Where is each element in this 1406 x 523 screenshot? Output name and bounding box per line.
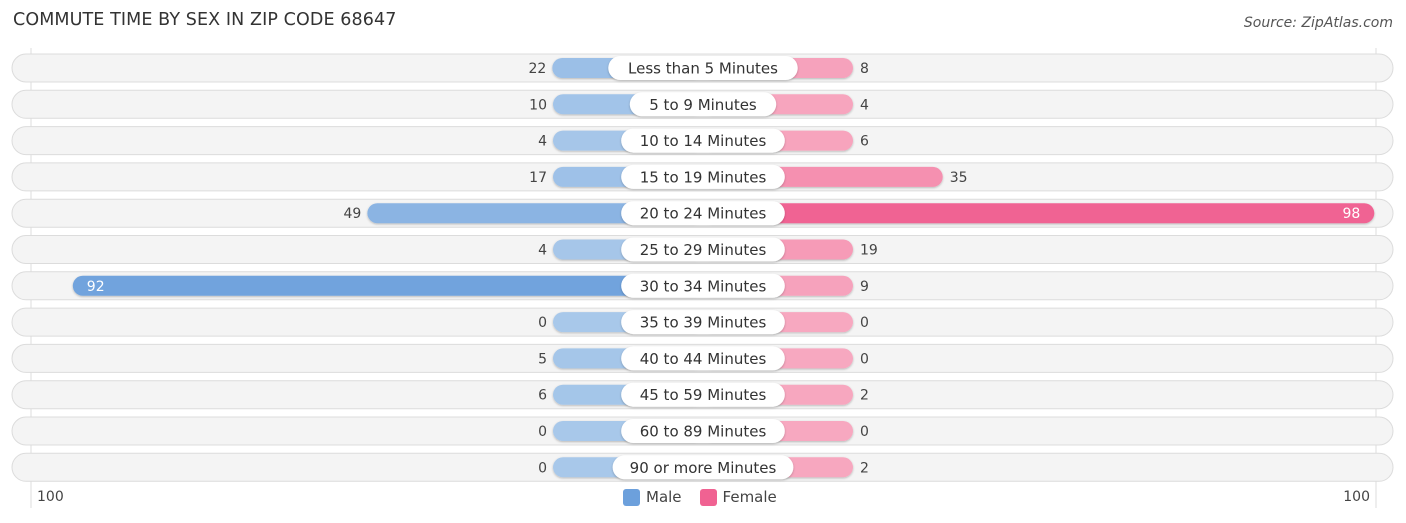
category-label: 10 to 14 Minutes — [640, 132, 767, 150]
category-label: Less than 5 Minutes — [628, 60, 778, 78]
value-label-female: 19 — [860, 243, 878, 259]
category-label: 20 to 24 Minutes — [640, 205, 767, 223]
value-label-female: 6 — [860, 134, 869, 150]
value-label-female: 2 — [860, 388, 869, 404]
value-label-female: 0 — [860, 424, 869, 440]
legend-item-male: Male — [623, 488, 682, 506]
value-label-female: 98 — [1342, 206, 1360, 222]
chart-row: 17 35 15 to 19 Minutes — [11, 162, 1394, 192]
chart-row: 0 0 35 to 39 Minutes — [11, 307, 1394, 337]
bar-male — [72, 275, 704, 296]
value-label-female: 9 — [860, 279, 869, 295]
bar-female — [703, 203, 1375, 224]
value-label-male: 49 — [344, 206, 362, 222]
axis-label-right: 100 — [1343, 489, 1370, 505]
chart-canvas: 22 8Less than 5 Minutes10 45 to 9 Minutes4… — [11, 48, 1394, 508]
value-label-male: 17 — [529, 170, 547, 186]
chart-row: 4 19 25 to 29 Minutes — [11, 235, 1394, 264]
legend-swatch-male — [623, 488, 640, 506]
chart-row: 10 4 5 to 9 Minutes — [11, 89, 1394, 119]
category-label: 35 to 39 Minutes — [640, 314, 767, 332]
chart-row: 0 0 60 to 89 Minutes — [11, 416, 1394, 446]
chart-row: 22 8 Less than 5 Minutes — [11, 53, 1394, 83]
category-label: 15 to 19 Minutes — [640, 168, 767, 186]
value-label-male: 4 — [538, 243, 547, 259]
value-label-female: 35 — [950, 170, 968, 186]
axis-label-left: 100 — [37, 489, 64, 505]
value-label-male: 5 — [538, 351, 547, 367]
chart-row: 5 0 40 to 44 Minutes — [11, 343, 1394, 373]
value-label-male: 92 — [87, 279, 105, 295]
legend: Male Female — [623, 488, 795, 506]
category-label: 60 to 89 Minutes — [640, 423, 767, 441]
chart-row: 0 2 90 or more Minutes — [11, 452, 1394, 482]
value-label-female: 0 — [860, 351, 869, 367]
value-label-male: 6 — [538, 388, 547, 404]
value-label-female: 8 — [860, 61, 869, 77]
legend-label-female: Female — [722, 488, 777, 506]
value-label-female: 4 — [860, 97, 869, 113]
value-label-male: 22 — [528, 61, 546, 77]
chart-row: 4 6 10 to 14 Minutes — [11, 126, 1394, 156]
legend-item-female: Female — [699, 488, 777, 506]
value-label-male: 4 — [538, 134, 547, 150]
category-label: 25 to 29 Minutes — [640, 241, 767, 259]
value-label-male: 10 — [529, 97, 547, 113]
chart-row: 49 98 20 to 24 Minutes — [11, 198, 1394, 228]
chart-row: 92 9 30 to 34 Minutes — [11, 271, 1394, 301]
category-label: 30 to 34 Minutes — [640, 277, 767, 295]
value-label-male: 0 — [538, 460, 547, 476]
legend-swatch-female — [699, 488, 717, 506]
value-label-male: 0 — [538, 424, 547, 440]
category-label: 90 or more Minutes — [630, 459, 777, 477]
category-label: 45 to 59 Minutes — [640, 386, 767, 404]
value-label-male: 0 — [538, 315, 547, 331]
category-label: 5 to 9 Minutes — [649, 96, 757, 114]
legend-label-male: Male — [646, 488, 682, 506]
value-label-female: 2 — [860, 460, 869, 476]
chart-row: 6 2 45 to 59 Minutes — [11, 380, 1394, 410]
value-label-female: 0 — [860, 315, 869, 331]
category-label: 40 to 44 Minutes — [640, 350, 767, 368]
